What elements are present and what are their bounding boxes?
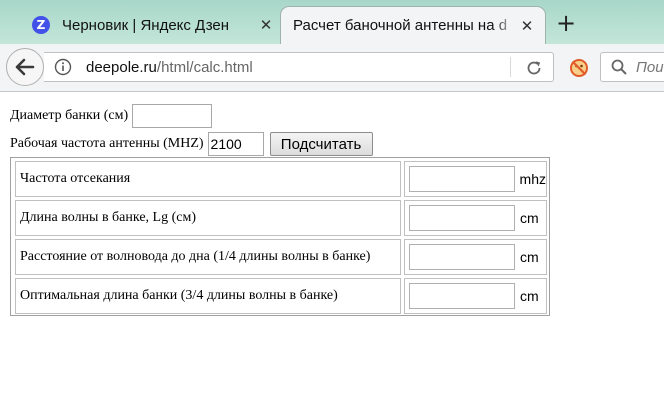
- table-row: Длина волны в банке, Lg (см) cm: [15, 200, 547, 236]
- diameter-input[interactable]: [132, 104, 213, 128]
- tab-title: Расчет баночной антенны на d: [293, 17, 508, 34]
- tab-antenna-calc[interactable]: Расчет баночной антенны на d ✕: [280, 6, 546, 44]
- wavelength-output[interactable]: [409, 205, 515, 231]
- urlbar-separator: [510, 57, 511, 77]
- search-placeholder: Поис: [636, 58, 664, 76]
- diameter-row: Диаметр банки (см): [10, 104, 213, 128]
- info-icon[interactable]: [54, 58, 72, 76]
- result-label-wavelength: Длина волны в банке, Lg (см): [15, 200, 401, 236]
- no-ads-addon-icon[interactable]: [568, 57, 590, 79]
- tab-close-icon[interactable]: ✕: [258, 16, 274, 34]
- page-content: Диаметр банки (см) Рабочая частота антен…: [0, 92, 664, 417]
- unit-label: cm: [520, 288, 539, 304]
- result-value-cell: cm: [404, 239, 547, 275]
- can-length-output[interactable]: [409, 283, 515, 309]
- tab-close-icon[interactable]: ✕: [519, 17, 535, 35]
- frequency-input[interactable]: 2100: [207, 132, 264, 156]
- address-bar[interactable]: deepole.ru/html/calc.html: [44, 52, 554, 82]
- table-row: Оптимальная длина банки (3/4 длины волны…: [15, 278, 547, 314]
- result-value-cell: cm: [404, 278, 547, 314]
- cutoff-frequency-output[interactable]: [409, 166, 515, 192]
- frequency-label: Рабочая частота антенны (MHZ): [10, 136, 204, 151]
- new-tab-button[interactable]: +: [555, 10, 577, 38]
- table-row: Расстояние от волновода до дна (1/4 длин…: [15, 239, 547, 275]
- reload-icon[interactable]: [525, 59, 543, 77]
- results-table: Частота отсекания mhz Длина волны в банк…: [10, 157, 550, 316]
- calculate-button[interactable]: Подсчитать: [269, 132, 373, 156]
- waveguide-distance-output[interactable]: [409, 244, 515, 270]
- search-icon: [610, 58, 628, 76]
- unit-label: cm: [520, 249, 539, 265]
- unit-label: cm: [520, 210, 539, 226]
- result-value-cell: cm: [404, 200, 547, 236]
- url-text: deepole.ru/html/calc.html: [86, 59, 253, 76]
- url-host: deepole.ru: [86, 58, 157, 76]
- result-label-cutoff: Частота отсекания: [15, 161, 401, 197]
- unit-label: mhz: [519, 171, 546, 187]
- tab-yandex-zen[interactable]: Z Черновик | Яндекс Дзен ✕: [22, 6, 284, 44]
- back-button[interactable]: [6, 48, 44, 86]
- frequency-row: Рабочая частота антенны (MHZ) 2100 Подсч…: [10, 132, 373, 156]
- yandex-zen-favicon-icon: Z: [32, 16, 50, 34]
- url-path: /html/calc.html: [156, 58, 253, 76]
- result-label-can-length: Оптимальная длина банки (3/4 длины волны…: [15, 278, 401, 314]
- result-value-cell: mhz: [404, 161, 547, 197]
- search-bar[interactable]: Поис: [600, 52, 664, 82]
- result-label-waveguide-distance: Расстояние от волновода до дна (1/4 длин…: [15, 239, 401, 275]
- diameter-label: Диаметр банки (см): [10, 108, 129, 123]
- tab-strip: Z Черновик | Яндекс Дзен ✕ Расчет баночн…: [0, 0, 664, 44]
- nav-bar: deepole.ru/html/calc.html Поис: [0, 44, 664, 92]
- table-row: Частота отсекания mhz: [15, 161, 547, 197]
- back-arrow-icon: [15, 58, 35, 76]
- tab-title: Черновик | Яндекс Дзен: [62, 16, 230, 34]
